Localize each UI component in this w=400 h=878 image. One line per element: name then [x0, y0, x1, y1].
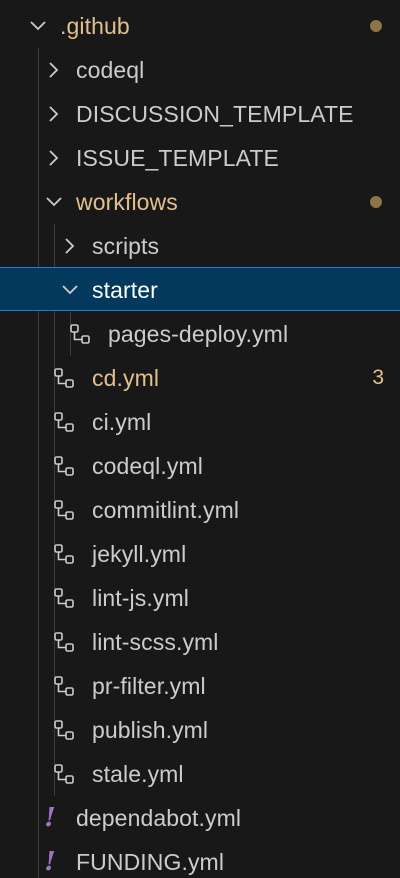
- workflow-icon: [67, 312, 93, 356]
- file-label: dependabot.yml: [76, 804, 242, 831]
- tree-folder-codeql[interactable]: codeql: [0, 48, 400, 92]
- tree-file-lint-js[interactable]: lint-js.yml: [0, 576, 400, 620]
- file-explorer-tree: .github codeql DISCUSSION_TEMPLATE ISSUE…: [0, 0, 400, 878]
- chevron-right-icon: [59, 224, 81, 268]
- tree-folder-workflows[interactable]: workflows: [0, 180, 400, 224]
- chevron-right-icon: [43, 136, 65, 180]
- file-label: pr-filter.yml: [92, 672, 206, 699]
- chevron-right-icon: [43, 48, 65, 92]
- file-label: commitlint.yml: [92, 496, 240, 523]
- tree-folder-issue-template[interactable]: ISSUE_TEMPLATE: [0, 136, 400, 180]
- folder-label: .github: [60, 12, 130, 39]
- workflow-icon: [51, 444, 77, 488]
- tree-file-pages-deploy[interactable]: pages-deploy.yml: [0, 312, 400, 356]
- tree-file-commitlint[interactable]: commitlint.yml: [0, 488, 400, 532]
- folder-label: starter: [92, 276, 158, 303]
- file-label: cd.yml: [92, 364, 160, 391]
- tree-folder-github[interactable]: .github: [0, 4, 400, 48]
- tree-folder-scripts[interactable]: scripts: [0, 224, 400, 268]
- workflow-icon: [51, 532, 77, 576]
- problems-count-badge: 3: [372, 366, 384, 389]
- chevron-right-icon: [43, 92, 65, 136]
- folder-label: scripts: [92, 232, 160, 259]
- tree-file-lint-scss[interactable]: lint-scss.yml: [0, 620, 400, 664]
- folder-label: DISCUSSION_TEMPLATE: [76, 100, 354, 127]
- workflow-icon: [51, 664, 77, 708]
- folder-label: codeql: [76, 56, 145, 83]
- workflow-icon: [51, 400, 77, 444]
- file-label: lint-js.yml: [92, 584, 189, 611]
- workflow-icon: [51, 488, 77, 532]
- file-label: pages-deploy.yml: [108, 320, 289, 347]
- tree-file-publish[interactable]: publish.yml: [0, 708, 400, 752]
- chevron-down-icon: [59, 268, 81, 312]
- yaml-exclamation-icon: !: [44, 847, 56, 877]
- tree-file-pr-filter[interactable]: pr-filter.yml: [0, 664, 400, 708]
- tree-file-dependabot[interactable]: ! dependabot.yml: [0, 796, 400, 840]
- chevron-down-icon: [43, 180, 65, 224]
- file-label: stale.yml: [92, 760, 184, 787]
- workflow-icon: [51, 708, 77, 752]
- file-label: lint-scss.yml: [92, 628, 219, 655]
- file-label: publish.yml: [92, 716, 209, 743]
- workflow-icon: [51, 752, 77, 796]
- workflow-icon: [51, 576, 77, 620]
- tree-file-ci[interactable]: ci.yml: [0, 400, 400, 444]
- tree-file-stale[interactable]: stale.yml: [0, 752, 400, 796]
- tree-file-cd[interactable]: cd.yml 3: [0, 356, 400, 400]
- chevron-down-icon: [27, 4, 49, 48]
- modified-dot-indicator: [370, 196, 382, 208]
- folder-label: ISSUE_TEMPLATE: [76, 144, 279, 171]
- yaml-exclamation-icon: !: [44, 803, 56, 833]
- tree-folder-discussion-template[interactable]: DISCUSSION_TEMPLATE: [0, 92, 400, 136]
- folder-label: workflows: [76, 188, 178, 215]
- file-label: ci.yml: [92, 408, 152, 435]
- tree-file-funding[interactable]: ! FUNDING.yml: [0, 840, 400, 878]
- tree-folder-starter[interactable]: starter: [0, 267, 400, 311]
- workflow-icon: [51, 356, 77, 400]
- tree-file-codeql[interactable]: codeql.yml: [0, 444, 400, 488]
- file-label: jekyll.yml: [92, 540, 187, 567]
- tree-file-jekyll[interactable]: jekyll.yml: [0, 532, 400, 576]
- workflow-icon: [51, 620, 77, 664]
- file-label: codeql.yml: [92, 452, 203, 479]
- modified-dot-indicator: [370, 20, 382, 32]
- file-label: FUNDING.yml: [76, 848, 225, 875]
